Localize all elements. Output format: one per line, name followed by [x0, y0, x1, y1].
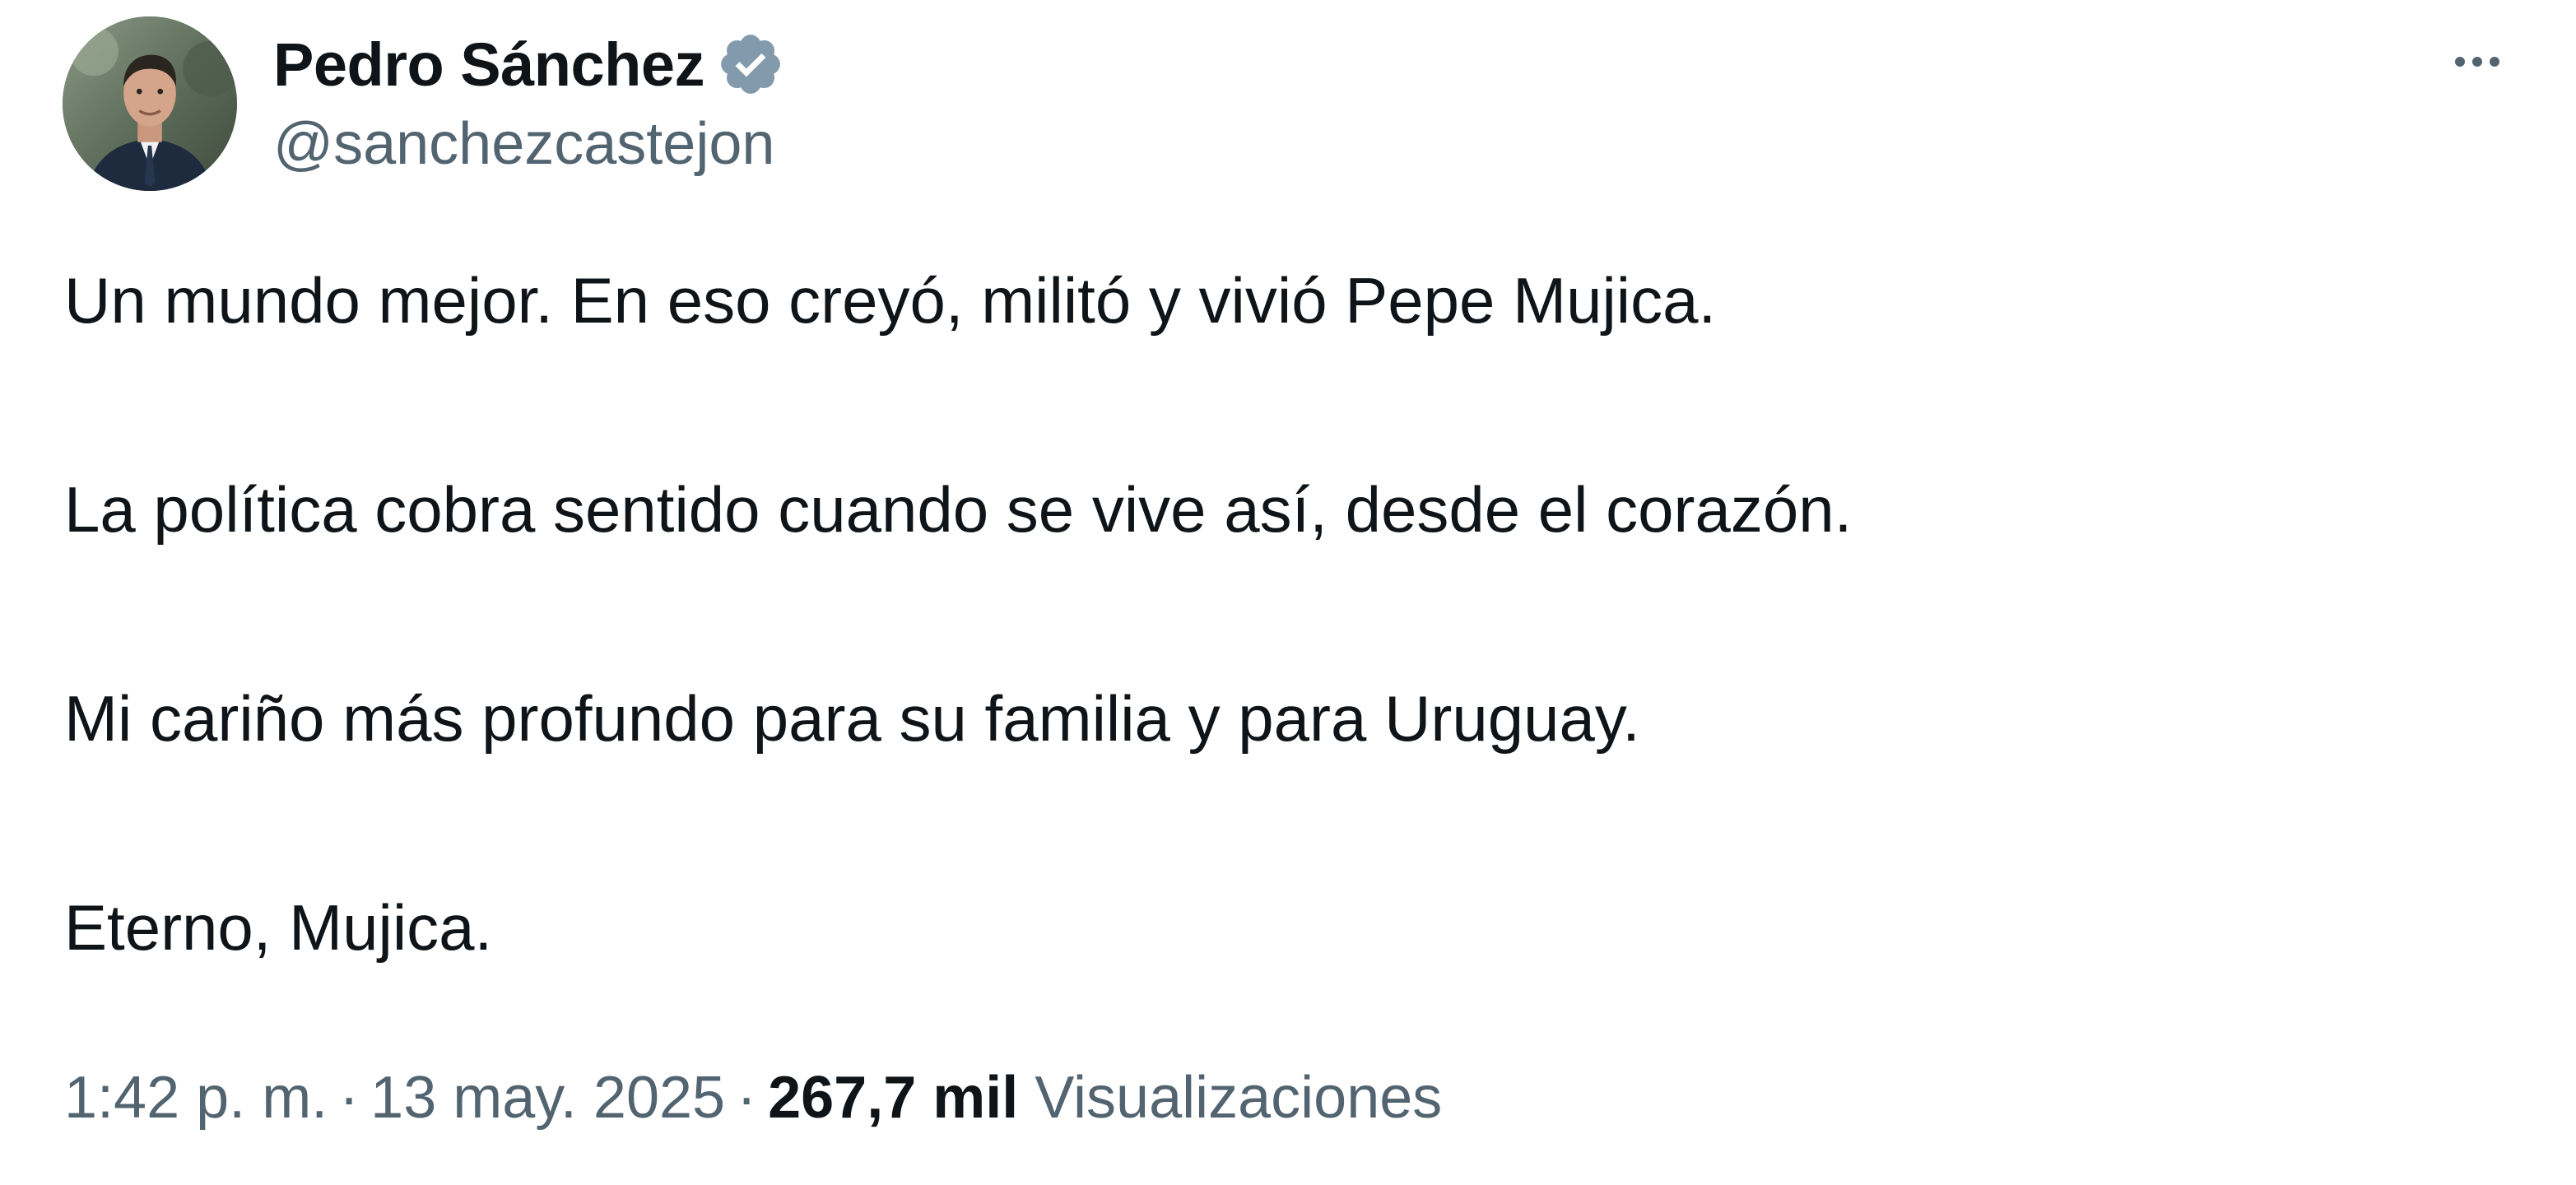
- tweet-paragraph: Eterno, Mujica.: [64, 891, 493, 964]
- tweet-metadata: 1:42 p. m. · 13 may. 2025 · 267,7 mil Visual…: [64, 1058, 1442, 1137]
- author-display-name[interactable]: Pedro Sánchez: [273, 30, 705, 100]
- author-handle[interactable]: @sanchezcastejon: [273, 110, 774, 178]
- views-label: Visualizaciones: [1035, 1065, 1443, 1131]
- views-count: 267,7 mil: [768, 1065, 1019, 1131]
- tweet-time: 1:42 p. m.: [64, 1065, 328, 1131]
- author-name-row: Pedro Sánchez: [273, 23, 785, 105]
- tweet-paragraph: Un mundo mejor. En eso creyó, militó y v…: [64, 264, 1717, 337]
- more-dots-icon: [2455, 57, 2499, 67]
- tweet-date: 13 may. 2025: [370, 1065, 726, 1131]
- verified-badge-icon[interactable]: [716, 30, 785, 99]
- tweet-paragraph: Mi cariño más profundo para su familia y…: [64, 682, 1640, 755]
- more-options-button[interactable]: [2432, 25, 2523, 99]
- separator: ·: [737, 1065, 757, 1131]
- tweet-card: Pedro Sánchez @sanchezcastejon Un mundo …: [0, 0, 2576, 1185]
- author-avatar[interactable]: [63, 16, 237, 191]
- tweet-paragraph: La política cobra sentido cuando se vive…: [64, 473, 1853, 546]
- tweet-timestamp-link[interactable]: 1:42 p. m. · 13 may. 2025: [64, 1065, 725, 1131]
- views-link[interactable]: 267,7 mil Visualizaciones: [768, 1065, 1442, 1131]
- avatar-photo-icon: [63, 16, 237, 191]
- tweet-text: Un mundo mejor. En eso creyó, militó y v…: [64, 262, 2451, 966]
- separator: ·: [339, 1065, 360, 1131]
